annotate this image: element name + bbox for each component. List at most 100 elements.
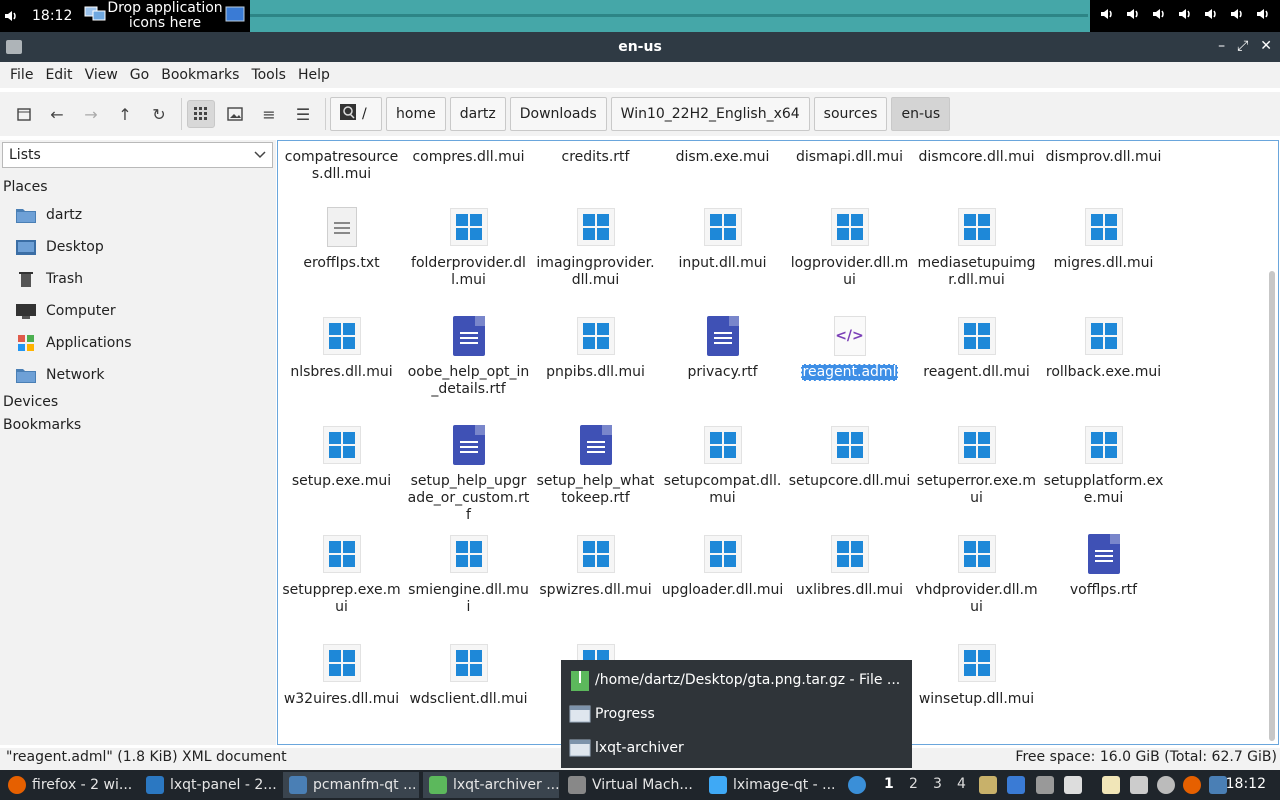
file-item[interactable]: setupplatform.exe.mui — [1040, 425, 1167, 507]
workspace-1[interactable]: 1 — [884, 776, 894, 792]
menu-help[interactable]: Help — [292, 67, 336, 83]
file-item[interactable]: eroffIps.txt — [278, 207, 405, 272]
task-lxqt-panel[interactable]: lxqt-panel - 2... — [140, 772, 280, 798]
bookmarks-heading[interactable]: Bookmarks — [3, 417, 81, 433]
breadcrumb-en-us[interactable]: en-us — [891, 97, 951, 131]
sidebar-item-network[interactable]: Network — [16, 361, 104, 389]
updates-icon[interactable] — [1209, 776, 1227, 794]
file-item[interactable]: mediasetupuimgr.dll.mui — [913, 207, 1040, 289]
side-pane-mode-select[interactable]: Lists — [2, 142, 273, 168]
sidebar-item-trash[interactable]: Trash — [16, 265, 83, 293]
menu-bookmarks[interactable]: Bookmarks — [155, 67, 245, 83]
file-item[interactable]: </> reagent.adml — [786, 316, 913, 381]
volume-icon[interactable] — [1229, 6, 1245, 26]
popup-item-archive[interactable]: /home/dartz/Desktop/gta.png.tar.gz - Fil… — [569, 666, 900, 694]
menu-file[interactable]: File — [4, 67, 39, 83]
task-pcmanfm-qt[interactable]: pcmanfm-qt ... — [283, 772, 419, 798]
file-item[interactable]: setup.exe.mui — [278, 425, 405, 490]
volume-icon[interactable] — [0, 0, 22, 32]
file-item[interactable]: setup_help_whattokeep.rtf — [532, 425, 659, 507]
file-item[interactable]: folderprovider.dll.mui — [405, 207, 532, 289]
breadcrumb-home[interactable]: home — [386, 97, 446, 131]
workspace-3[interactable]: 3 — [933, 776, 942, 792]
task-virtual-machine[interactable]: Virtual Mach... — [562, 772, 700, 798]
menu-view[interactable]: View — [79, 67, 124, 83]
settings-icon[interactable] — [1157, 776, 1175, 794]
file-item[interactable]: setupcore.dll.mui — [786, 425, 913, 490]
file-item[interactable]: dismprov.dll.mui — [1040, 141, 1167, 166]
file-item[interactable]: dism.exe.mui — [659, 141, 786, 166]
file-item[interactable]: reagent.dll.mui — [913, 316, 1040, 381]
thumbnail-view-icon[interactable] — [221, 100, 249, 128]
sidebar-item-computer[interactable]: Computer — [16, 297, 116, 325]
maximize-button[interactable]: ⤢ — [1237, 38, 1248, 54]
scrollbar[interactable] — [1269, 271, 1275, 741]
keyboard-icon[interactable] — [1130, 776, 1148, 794]
devices-heading[interactable]: Devices — [3, 394, 58, 410]
volume-icon[interactable] — [1151, 6, 1167, 26]
file-item[interactable]: dismapi.dll.mui — [786, 141, 913, 166]
file-item[interactable]: credits.rtf — [532, 141, 659, 166]
file-item[interactable]: compatresources.dll.mui — [278, 141, 405, 183]
files-icon[interactable] — [979, 776, 997, 794]
breadcrumb-win10[interactable]: Win10_22H2_English_x64 — [610, 97, 810, 131]
volume-icon[interactable] — [1064, 776, 1082, 794]
back-icon[interactable]: ← — [43, 100, 71, 128]
menu-go[interactable]: Go — [124, 67, 155, 83]
file-item[interactable]: dismcore.dll.mui — [913, 141, 1040, 166]
reload-icon[interactable]: ↻ — [145, 100, 173, 128]
up-icon[interactable]: ↑ — [111, 100, 139, 128]
file-item[interactable]: w32uires.dll.mui — [278, 643, 405, 708]
file-item[interactable]: pnpibs.dll.mui — [532, 316, 659, 381]
workspace-4[interactable]: 4 — [957, 776, 966, 792]
quicklaunch-drop-area[interactable]: Drop application icons here — [84, 1, 246, 31]
file-item[interactable]: setup_help_upgrade_or_custom.rtf — [405, 425, 532, 524]
compact-view-icon[interactable]: ≡ — [255, 100, 283, 128]
file-item[interactable]: wdsclient.dll.mui — [405, 643, 532, 708]
volume-icon[interactable] — [1125, 6, 1141, 26]
taskbar-clock[interactable]: 18:12 — [1226, 776, 1266, 792]
file-item[interactable]: vhdprovider.dll.mui — [913, 534, 1040, 616]
file-item[interactable]: rollback.exe.mui — [1040, 316, 1167, 381]
file-view[interactable]: compatresources.dll.mui compres.dll.mui cr… — [277, 140, 1279, 745]
file-item[interactable]: uxlibres.dll.mui — [786, 534, 913, 599]
file-item[interactable]: smiengine.dll.mui — [405, 534, 532, 616]
minimize-button[interactable]: – — [1218, 38, 1225, 54]
file-item[interactable]: input.dll.mui — [659, 207, 786, 272]
forward-icon[interactable]: → — [77, 100, 105, 128]
icon-view-icon[interactable] — [187, 100, 215, 128]
sidebar-item-applications[interactable]: Applications — [16, 329, 132, 357]
top-clock[interactable]: 18:12 — [32, 8, 84, 24]
task-lxqt-archiver[interactable]: lxqt-archiver ... — [423, 772, 559, 798]
breadcrumb-downloads[interactable]: Downloads — [509, 97, 607, 131]
show-desktop-icon[interactable] — [1007, 776, 1025, 794]
file-item[interactable]: oobe_help_opt_in_details.rtf — [405, 316, 532, 398]
firefox-tray-icon[interactable] — [1183, 776, 1201, 794]
file-item[interactable]: nlsbres.dll.mui — [278, 316, 405, 381]
breadcrumb-sources[interactable]: sources — [813, 97, 888, 131]
breadcrumb-root[interactable]: / — [330, 97, 382, 131]
desktop-icon[interactable] — [224, 4, 246, 28]
new-tab-icon[interactable] — [10, 100, 38, 128]
sidebar-item-desktop[interactable]: Desktop — [16, 233, 104, 261]
clipboard-icon[interactable] — [1102, 776, 1120, 794]
volume-icon[interactable] — [1099, 6, 1115, 26]
file-item[interactable]: vofflps.rtf — [1040, 534, 1167, 599]
file-item[interactable]: upgloader.dll.mui — [659, 534, 786, 599]
sidebar-item-dartz[interactable]: dartz — [16, 201, 82, 229]
popup-item-progress[interactable]: Progress — [569, 700, 655, 728]
menu-edit[interactable]: Edit — [39, 67, 78, 83]
task-firefox[interactable]: firefox - 2 wi... — [2, 772, 136, 798]
file-item[interactable]: migres.dll.mui — [1040, 207, 1167, 272]
file-item[interactable]: spwizres.dll.mui — [532, 534, 659, 599]
breadcrumb-dartz[interactable]: dartz — [449, 97, 506, 131]
volume-icon[interactable] — [1255, 6, 1271, 26]
lxqt-logo-icon[interactable] — [848, 776, 866, 794]
file-item[interactable]: logprovider.dll.mui — [786, 207, 913, 289]
detailed-list-view-icon[interactable]: ☰ — [289, 100, 317, 128]
popup-item-lxqt-archiver[interactable]: lxqt-archiver — [569, 734, 684, 762]
close-button[interactable]: ✕ — [1260, 38, 1272, 54]
file-item[interactable]: winsetup.dll.mui — [913, 643, 1040, 708]
file-item[interactable]: setupprep.exe.mui — [278, 534, 405, 616]
places-heading[interactable]: Places — [3, 179, 48, 195]
